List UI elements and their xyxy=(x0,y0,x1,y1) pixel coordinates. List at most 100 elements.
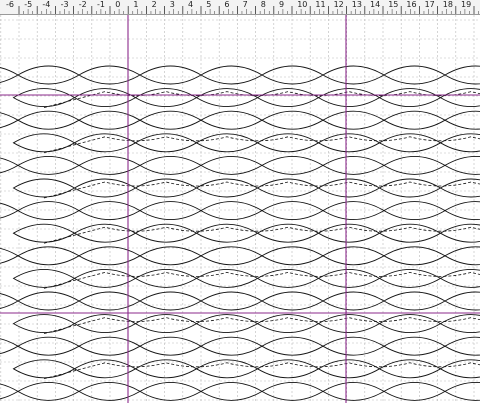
quilt-arc-lens[interactable] xyxy=(200,336,263,356)
quilt-arc-lens[interactable] xyxy=(139,382,202,401)
quilt-arc-lens[interactable] xyxy=(322,201,385,220)
quilt-arc-lens[interactable] xyxy=(134,133,198,153)
quilt-arc-lens[interactable] xyxy=(383,336,446,356)
quilt-arc-lens[interactable] xyxy=(12,88,76,107)
quilt-arc-lens[interactable] xyxy=(12,223,76,243)
quilt-arc-lens[interactable] xyxy=(261,246,324,266)
quilt-arc-lens[interactable] xyxy=(322,291,385,311)
quilt-arc-lens[interactable] xyxy=(383,291,446,311)
design-canvas[interactable] xyxy=(0,15,480,403)
quilt-arc-lens[interactable] xyxy=(78,201,141,220)
quilt-arc-lens[interactable] xyxy=(17,246,80,266)
quilt-arc-lens[interactable] xyxy=(444,65,480,85)
quilt-arc-lens[interactable] xyxy=(134,88,198,107)
ruler-label: 2 xyxy=(151,0,157,9)
quilt-arc-lens[interactable] xyxy=(322,246,385,266)
quilt-arc-lens[interactable] xyxy=(200,65,263,85)
quilt-arc-lens[interactable] xyxy=(134,223,198,243)
quilt-arc-lens[interactable] xyxy=(383,382,446,401)
ruler-label: -6 xyxy=(6,0,14,9)
quilt-arc-lens[interactable] xyxy=(444,201,480,220)
quilt-arc-lens[interactable] xyxy=(261,382,324,401)
quilt-arc-lens[interactable] xyxy=(12,178,76,198)
block-guide-lines[interactable] xyxy=(0,15,480,403)
quilt-arc-lens[interactable] xyxy=(322,336,385,356)
horizontal-ruler[interactable]: -6 -5 -4 -3 -2 -1 0 1 2 3 4 5 6 7 8 9 10 11 12 13 14 15 16 17 18… xyxy=(0,0,480,15)
quilt-arc-lens[interactable] xyxy=(200,246,263,266)
quilt-arc-lens[interactable] xyxy=(383,201,446,220)
quilt-arc-lens[interactable] xyxy=(444,246,480,266)
quilt-arc-lens[interactable] xyxy=(256,88,320,107)
ruler-label: 13 xyxy=(351,0,362,9)
quilt-arc-lens[interactable] xyxy=(12,269,76,288)
quilt-arc-lens[interactable] xyxy=(12,359,76,379)
quilt-arc-lens[interactable] xyxy=(78,65,141,85)
quilt-arc-lens[interactable] xyxy=(17,382,80,401)
quilt-arc-lens[interactable] xyxy=(200,110,263,130)
quilt-arc-lens[interactable] xyxy=(134,314,198,333)
quilt-arc-lens[interactable] xyxy=(322,382,385,401)
quilting-pattern[interactable] xyxy=(0,65,480,401)
quilt-arc-lens[interactable] xyxy=(139,246,202,266)
quilt-arc-lens[interactable] xyxy=(200,382,263,401)
quilt-arc-lens[interactable] xyxy=(17,336,80,356)
quilt-arc-lens[interactable] xyxy=(322,110,385,130)
quilt-arc-lens[interactable] xyxy=(0,337,19,355)
quilt-arc-lens[interactable] xyxy=(17,201,80,220)
quilt-arc-lens[interactable] xyxy=(317,314,381,333)
quilt-arc-lens[interactable] xyxy=(256,269,320,288)
quilt-arc-lens[interactable] xyxy=(256,223,320,243)
quilt-arc-lens[interactable] xyxy=(139,65,202,85)
quilt-arc-lens[interactable] xyxy=(139,110,202,130)
quilt-arc-lens[interactable] xyxy=(383,246,446,266)
quilt-arc-lens[interactable] xyxy=(200,201,263,220)
quilt-arc-lens[interactable] xyxy=(444,291,480,311)
quilt-arc-lens[interactable] xyxy=(0,247,19,265)
quilt-arc-lens[interactable] xyxy=(256,314,320,333)
quilt-arc-lens[interactable] xyxy=(0,202,19,220)
quilt-arc-lens[interactable] xyxy=(134,359,198,379)
quilt-arc-lens[interactable] xyxy=(444,382,480,401)
quilt-arc-lens[interactable] xyxy=(317,269,381,288)
quilt-arc-lens[interactable] xyxy=(261,201,324,220)
quilt-arc-lens[interactable] xyxy=(78,382,141,401)
quilt-arc-lens[interactable] xyxy=(78,336,141,356)
quilt-arc-lens[interactable] xyxy=(134,178,198,198)
quilt-arc-lens[interactable] xyxy=(0,382,19,400)
quilt-arc-lens[interactable] xyxy=(139,291,202,311)
quilt-arc-lens[interactable] xyxy=(256,133,320,153)
quilt-arc-lens[interactable] xyxy=(383,110,446,130)
quilt-arc-lens[interactable] xyxy=(139,336,202,356)
quilt-arc-lens[interactable] xyxy=(78,110,141,130)
quilt-arc-lens[interactable] xyxy=(317,88,381,107)
quilt-arc-lens[interactable] xyxy=(261,65,324,85)
quilt-arc-lens[interactable] xyxy=(444,336,480,356)
quilt-arc-lens[interactable] xyxy=(78,246,141,266)
quilt-arc-lens[interactable] xyxy=(322,65,385,85)
quilt-arc-lens[interactable] xyxy=(0,111,19,129)
quilt-arc-lens[interactable] xyxy=(317,359,381,379)
quilt-arc-lens[interactable] xyxy=(12,133,76,153)
quilt-arc-lens[interactable] xyxy=(444,110,480,130)
quilt-arc-lens[interactable] xyxy=(317,133,381,153)
quilt-arc-lens[interactable] xyxy=(17,291,80,311)
quilt-arc-lens[interactable] xyxy=(256,359,320,379)
quilt-arc-lens[interactable] xyxy=(256,178,320,198)
quilt-arc-lens[interactable] xyxy=(317,223,381,243)
quilt-arc-lens[interactable] xyxy=(200,291,263,311)
quilt-arc-lens[interactable] xyxy=(261,291,324,311)
quilt-arc-lens[interactable] xyxy=(17,65,80,85)
quilt-arc-lens[interactable] xyxy=(317,178,381,198)
quilt-arc-lens[interactable] xyxy=(261,110,324,130)
quilt-arc-lens[interactable] xyxy=(134,269,198,288)
quilt-arc-lens[interactable] xyxy=(444,156,480,175)
quilt-arc-lens[interactable] xyxy=(383,65,446,85)
quilt-arc-lens[interactable] xyxy=(78,291,141,311)
quilt-arc-lens[interactable] xyxy=(0,66,19,84)
quilt-arc-lens[interactable] xyxy=(0,292,19,310)
quilt-arc-lens[interactable] xyxy=(261,336,324,356)
quilt-arc-lens[interactable] xyxy=(17,110,80,130)
quilt-arc-lens[interactable] xyxy=(139,201,202,220)
quilt-design-window: -6 -5 -4 -3 -2 -1 0 1 2 3 4 5 6 7 8 9 10 11 12 13 14 15 16 17 18… xyxy=(0,0,480,403)
quilt-arc-lens[interactable] xyxy=(12,314,76,333)
